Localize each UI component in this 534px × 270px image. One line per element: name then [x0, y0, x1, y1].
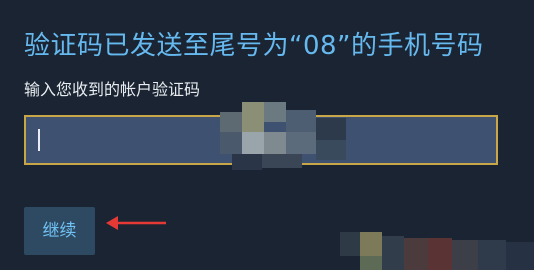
- text-caret: [38, 129, 40, 151]
- red-arrow-annotation: [106, 216, 166, 230]
- page-title: 验证码已发送至尾号为“08”的手机号码: [24, 31, 484, 61]
- verification-page: 验证码已发送至尾号为“08”的手机号码 输入您收到的帐户验证码 继续: [0, 0, 534, 270]
- code-input-label: 输入您收到的帐户验证码: [24, 80, 201, 99]
- redaction-mosaic: [210, 92, 380, 182]
- redaction-mosaic-bottom: [340, 222, 534, 270]
- continue-button[interactable]: 继续: [24, 207, 95, 255]
